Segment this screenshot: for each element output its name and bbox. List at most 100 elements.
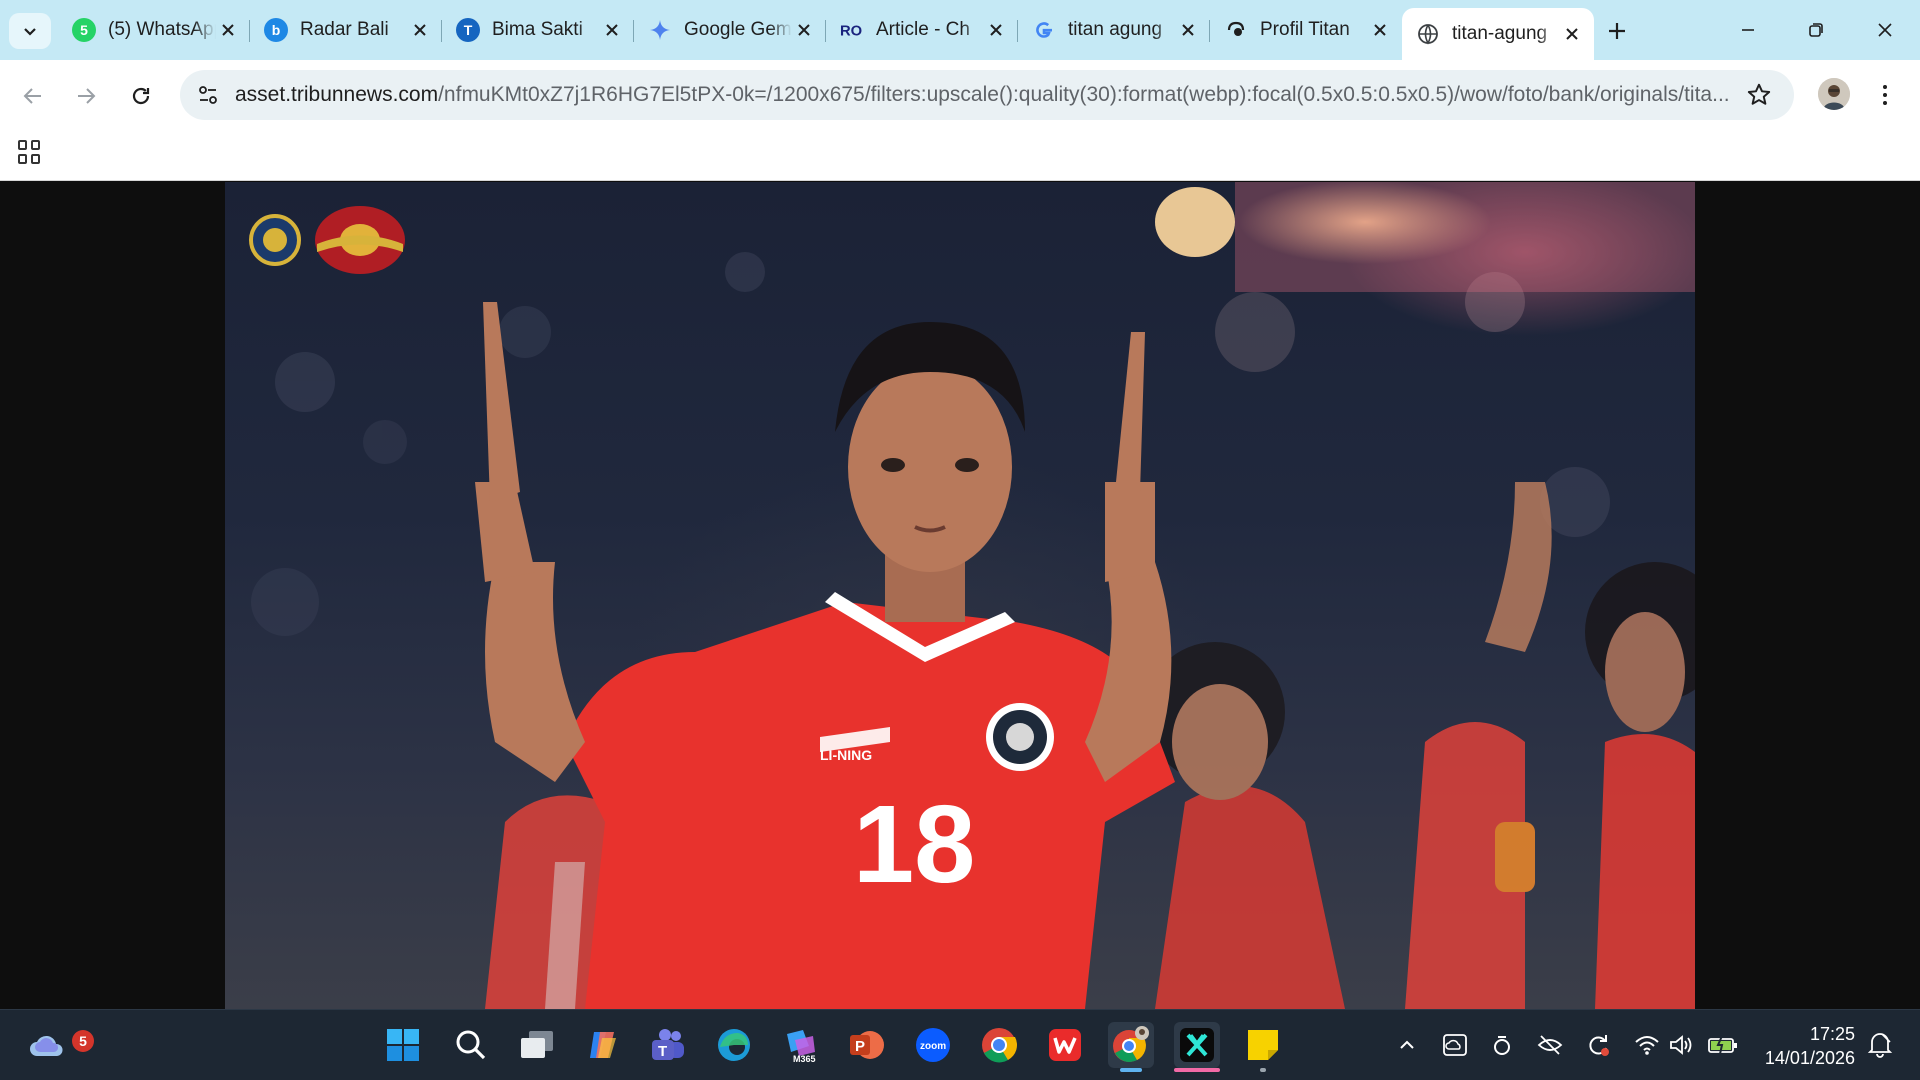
star-icon: [1747, 83, 1771, 105]
browser-tab[interactable]: 5 (5) WhatsApp: [58, 8, 250, 52]
tab-close-button[interactable]: [1176, 18, 1200, 42]
cloud-sync-icon: [1443, 1034, 1467, 1056]
url-domain: asset.tribunnews.com: [235, 83, 439, 106]
close-icon: [606, 24, 618, 36]
zoom-button[interactable]: zoom: [910, 1022, 956, 1068]
browser-tab[interactable]: Google Gemini: [634, 8, 826, 52]
tab-close-button[interactable]: [216, 18, 240, 42]
football-celebration-illustration: 18 LI-NING: [249, 182, 1695, 1009]
chrome-button[interactable]: [976, 1022, 1022, 1068]
tab-close-button[interactable]: [984, 18, 1008, 42]
news-photo[interactable]: 18 LI-NING: [225, 182, 1695, 1009]
browser-tab[interactable]: titan agung: [1018, 8, 1210, 52]
chrome-icon: [982, 1028, 1017, 1063]
speaker-icon: [1670, 1035, 1692, 1055]
weather-widget[interactable]: 5: [24, 1022, 94, 1068]
tab-title: Radar Bali: [300, 19, 408, 41]
radar-bali-icon: b: [264, 18, 288, 42]
capcut-button[interactable]: [1174, 1022, 1220, 1072]
url-text[interactable]: asset.tribunnews.com/nfmuKMt0xZ7j1R6HG7E…: [235, 83, 1730, 107]
hidden-tray[interactable]: [1535, 1030, 1565, 1060]
article-icon: RO: [840, 18, 864, 42]
arrow-left-icon: [23, 88, 41, 104]
globe-icon: [1416, 22, 1440, 46]
chrome-profile-button[interactable]: [1108, 1022, 1154, 1072]
svg-text:P: P: [855, 1038, 865, 1055]
teams-icon: T: [652, 1029, 684, 1060]
back-button[interactable]: [15, 78, 51, 114]
profil-icon: [1224, 18, 1248, 42]
windows-icon: [387, 1029, 419, 1061]
sync-tray[interactable]: [1487, 1030, 1517, 1060]
m365-icon: M365: [787, 1030, 816, 1064]
browser-tab[interactable]: titan-agung: [1402, 8, 1594, 60]
m365-button[interactable]: M365: [777, 1022, 823, 1068]
active-indicator: [1120, 1068, 1142, 1072]
wps-office-button[interactable]: [1042, 1022, 1088, 1068]
sticky-notes-button[interactable]: [1240, 1022, 1286, 1072]
update-tray[interactable]: [1583, 1030, 1613, 1060]
google-icon: [1032, 18, 1056, 42]
close-icon: [414, 24, 426, 36]
new-tab-button[interactable]: [1600, 14, 1634, 48]
address-bar[interactable]: asset.tribunnews.com/nfmuKMt0xZ7j1R6HG7E…: [180, 70, 1794, 120]
weather-badge: 5: [72, 1030, 94, 1052]
search-button[interactable]: [448, 1022, 494, 1068]
chevron-down-icon: [24, 28, 36, 36]
browser-tab[interactable]: RO Article - Ch: [826, 8, 1018, 52]
close-icon: [1182, 24, 1194, 36]
browser-menu-button[interactable]: [1870, 78, 1900, 112]
powerpoint-button[interactable]: P: [843, 1022, 889, 1068]
gemini-icon: [648, 18, 672, 42]
tab-title: titan-agung: [1452, 23, 1560, 45]
tab-title: Article - Ch: [876, 19, 984, 41]
forward-button[interactable]: [68, 78, 104, 114]
clock-date: 14/01/2026: [1764, 1048, 1855, 1068]
browser-tab[interactable]: b Radar Bali: [250, 8, 442, 52]
battery-charging-icon: [1708, 1035, 1737, 1055]
notification-center-button[interactable]: [1866, 1030, 1896, 1060]
close-icon: [222, 24, 234, 36]
site-info-button[interactable]: [192, 79, 224, 111]
svg-text:T: T: [658, 1043, 667, 1060]
onedrive-tray[interactable]: [1440, 1030, 1470, 1060]
wps-icon: [1049, 1029, 1081, 1061]
browser-toolbar: asset.tribunnews.com/nfmuKMt0xZ7j1R6HG7E…: [0, 60, 1920, 130]
tab-close-button[interactable]: [792, 18, 816, 42]
avatar-icon: [1818, 78, 1850, 110]
tab-title: Profil Titan: [1260, 19, 1368, 41]
browser-tab[interactable]: T Bima Sakti: [442, 8, 634, 52]
minimize-button[interactable]: [1718, 10, 1778, 50]
close-window-button[interactable]: [1855, 10, 1915, 50]
profile-avatar[interactable]: [1818, 78, 1850, 110]
tab-search-button[interactable]: [9, 13, 51, 49]
task-view-button[interactable]: [514, 1022, 560, 1068]
volume-tray[interactable]: [1666, 1030, 1696, 1060]
edge-button[interactable]: [711, 1022, 757, 1068]
battery-tray[interactable]: [1708, 1030, 1738, 1060]
eye-off-icon: [1537, 1035, 1563, 1055]
notification-bell-icon: [1867, 1033, 1893, 1058]
tab-close-button[interactable]: [1560, 22, 1584, 46]
show-hidden-icons-button[interactable]: [1392, 1030, 1422, 1060]
tab-close-button[interactable]: [1368, 18, 1392, 42]
start-button[interactable]: [380, 1022, 426, 1068]
tune-icon: [199, 86, 217, 104]
copilot-icon: [590, 1032, 616, 1058]
restore-icon: [1809, 23, 1823, 37]
teams-button[interactable]: T: [645, 1022, 691, 1068]
browser-tab[interactable]: Profil Titan: [1210, 8, 1402, 52]
arrow-right-icon: [78, 88, 96, 104]
url-path: /nfmuKMt0xZ7j1R6HG7El5tPX-0k=/1200x675/f…: [438, 83, 1730, 106]
chrome-profile-icon: [1113, 1026, 1149, 1062]
system-clock[interactable]: 17:25 14/01/2026: [1755, 1022, 1855, 1070]
restore-button[interactable]: [1786, 10, 1846, 50]
copilot-button[interactable]: [580, 1022, 626, 1068]
tab-strip: 5 (5) WhatsApp b Radar Bali T Bima Sakti Googl…: [0, 0, 1920, 60]
tab-close-button[interactable]: [600, 18, 624, 42]
wifi-tray[interactable]: [1632, 1030, 1662, 1060]
tab-close-button[interactable]: [408, 18, 432, 42]
reload-button[interactable]: [123, 78, 159, 114]
bookmark-star-button[interactable]: [1746, 82, 1772, 108]
apps-grid-icon[interactable]: [18, 140, 42, 164]
